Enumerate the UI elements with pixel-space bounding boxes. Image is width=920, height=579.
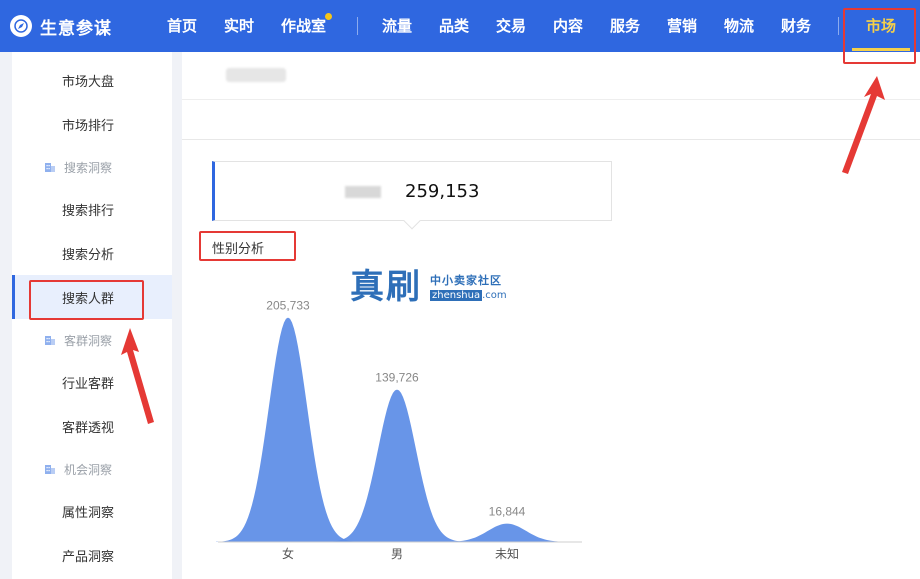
sidebar-item-market-ranking[interactable]: 市场排行 [12, 102, 172, 146]
watermark-right: 中小卖家社区 zhenshua .com [430, 272, 507, 301]
building-icon [45, 465, 55, 474]
sidebar-item-product-insight[interactable]: 产品洞察 [12, 533, 172, 577]
x-tick-label-0: 女 [282, 546, 294, 561]
nav-service[interactable]: 服务 [610, 15, 640, 36]
active-indicator [12, 275, 15, 319]
sidebar-item-industry-customers[interactable]: 行业客群 [12, 360, 172, 404]
nav-divider [838, 17, 839, 35]
sidebar-item-label: 搜索人群 [62, 291, 115, 307]
summary-card: 259,153 [212, 161, 612, 230]
building-icon [45, 163, 55, 172]
sidebar-group-label: 搜索洞察 [64, 160, 113, 175]
app-logo[interactable]: 生意参谋 [10, 13, 112, 39]
sidebar-item-label: 属性洞察 [62, 505, 115, 521]
app-title: 生意参谋 [40, 18, 112, 39]
nav-content[interactable]: 内容 [553, 15, 583, 36]
nav-home[interactable]: 首页 [167, 15, 197, 36]
watermark-url-tag: zhenshua [430, 290, 483, 301]
nav-war-room[interactable]: 作战室 [281, 15, 326, 36]
x-tick-label-2: 未知 [495, 547, 519, 561]
gender-distribution-chart: 205,733 女 139,726 男 16,844 未知 [216, 299, 582, 561]
sidebar-item-label: 产品洞察 [62, 549, 115, 565]
notification-dot [325, 13, 332, 20]
nav-logistics[interactable]: 物流 [724, 15, 754, 36]
building-icon [45, 336, 55, 345]
header-divider [182, 99, 920, 100]
sidebar-group-label: 客群洞察 [64, 333, 113, 348]
summary-value: 259,153 [405, 181, 480, 202]
sidebar-item-attribute-insight[interactable]: 属性洞察 [12, 489, 172, 533]
compass-icon [10, 15, 32, 37]
nav-active-underline [852, 48, 910, 51]
page-header [182, 52, 920, 140]
nav-category[interactable]: 品类 [439, 15, 469, 36]
sidebar-item-label: 客群透视 [62, 420, 115, 436]
area-peak-0 [216, 317, 360, 542]
watermark-url-rest: .com [482, 290, 507, 301]
data-label-2: 16,844 [489, 505, 526, 519]
watermark-subtitle: 中小卖家社区 [430, 274, 502, 287]
sidebar-item-label: 行业客群 [62, 376, 115, 392]
blurred-summary-label [345, 186, 381, 198]
watermark-logo-text: 真刷 [350, 267, 422, 307]
sidebar-item-market-overview[interactable]: 市场大盘 [12, 58, 172, 102]
sidebar-item-label: 市场排行 [62, 118, 115, 134]
top-nav-bar: 生意参谋 首页 实时 作战室 流量 品类 交易 内容 服务 营销 物流 财务 市… [0, 0, 920, 52]
area-peak-1 [325, 389, 469, 542]
summary-pointer [403, 212, 421, 230]
sidebar-item-customer-perspective[interactable]: 客群透视 [12, 404, 172, 448]
nav-traffic[interactable]: 流量 [382, 15, 412, 36]
nav-trade[interactable]: 交易 [496, 15, 526, 36]
watermark: 真刷 中小卖家社区 zhenshua .com [350, 269, 507, 305]
sidebar-item-search-analysis[interactable]: 搜索分析 [12, 231, 172, 275]
sidebar-group-opportunity-insight: 机会洞察 [12, 449, 172, 489]
blurred-page-title [226, 68, 286, 82]
data-label-1: 139,726 [375, 371, 419, 385]
sidebar-item-label: 市场大盘 [62, 74, 115, 90]
sidebar-item-label: 搜索排行 [62, 203, 115, 219]
sidebar: 市场大盘 市场排行 搜索洞察 搜索排行 搜索分析 搜索人群 客群洞察 行业客群 … [12, 52, 172, 579]
sidebar-group-label: 机会洞察 [64, 462, 113, 477]
nav-realtime[interactable]: 实时 [224, 15, 254, 36]
nav-marketing[interactable]: 营销 [667, 15, 697, 36]
nav-divider [357, 17, 358, 35]
sidebar-group-customer-insight: 客群洞察 [12, 320, 172, 360]
watermark-url: zhenshua .com [430, 290, 507, 301]
layout-gutter [172, 52, 182, 579]
sidebar-group-search-insight: 搜索洞察 [12, 147, 172, 187]
data-label-0: 205,733 [266, 299, 310, 313]
area-peak-2 [435, 523, 579, 542]
nav-finance[interactable]: 财务 [781, 15, 811, 36]
sidebar-item-label: 搜索分析 [62, 247, 115, 263]
nav-market[interactable]: 市场 [866, 15, 896, 36]
section-title-gender-analysis: 性别分析 [212, 242, 265, 257]
sidebar-item-search-ranking[interactable]: 搜索排行 [12, 187, 172, 231]
sidebar-item-search-crowd[interactable]: 搜索人群 [12, 275, 172, 319]
x-tick-label-1: 男 [391, 547, 403, 561]
